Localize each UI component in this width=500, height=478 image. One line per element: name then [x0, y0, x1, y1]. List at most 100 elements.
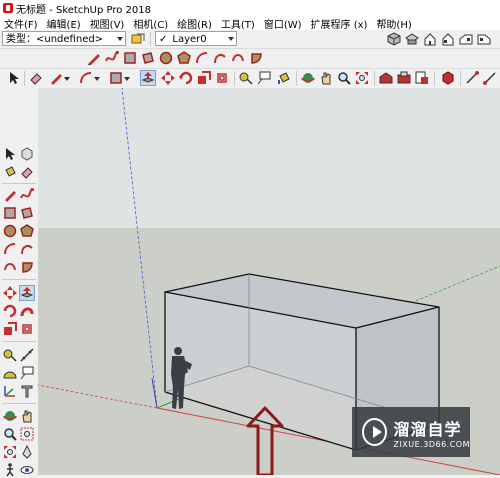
push-pull-icon[interactable] — [19, 285, 35, 301]
text-icon[interactable] — [256, 70, 272, 86]
warehouse-icon[interactable] — [378, 70, 394, 86]
menu-help[interactable]: 帮助(H) — [372, 16, 416, 31]
eraser-icon[interactable] — [28, 70, 44, 86]
pan-icon[interactable] — [19, 408, 35, 424]
2point-arc-icon[interactable] — [19, 241, 35, 257]
extension-warehouse-icon[interactable] — [396, 70, 412, 86]
arc-icon[interactable] — [2, 241, 18, 257]
offset-icon[interactable] — [214, 70, 230, 86]
axes-icon[interactable] — [2, 383, 18, 399]
scale-icon[interactable] — [2, 321, 18, 337]
zoom-extents-icon[interactable] — [354, 70, 370, 86]
left-view-icon[interactable] — [476, 31, 492, 47]
menu-window[interactable]: 窗口(W) — [260, 16, 307, 31]
3point-arc-icon[interactable] — [230, 50, 246, 66]
tag-combo[interactable]: 类型：<undefined> — [2, 31, 126, 46]
pencil-icon[interactable] — [2, 187, 18, 203]
menu-tools[interactable]: 工具(T) — [217, 16, 260, 31]
sandbox-icon[interactable] — [464, 70, 480, 86]
protractor-icon[interactable] — [2, 365, 18, 381]
separator — [460, 71, 461, 86]
freehand-icon[interactable] — [104, 50, 120, 66]
ruby-icon[interactable] — [440, 70, 456, 86]
toolbar-row-3 — [0, 69, 500, 89]
pan-icon[interactable] — [318, 70, 334, 86]
menu-camera[interactable]: 相机(C) — [129, 16, 173, 31]
tape-icon[interactable] — [238, 70, 254, 86]
menu-file[interactable]: 文件(F) — [0, 16, 43, 31]
text-icon[interactable] — [19, 365, 35, 381]
red-axis-dashed — [38, 384, 158, 409]
chevron-down-icon[interactable] — [123, 70, 131, 86]
freehand-icon[interactable] — [19, 187, 35, 203]
rotate-icon[interactable] — [178, 70, 194, 86]
polygon-icon[interactable] — [19, 223, 35, 239]
front-view-icon[interactable] — [422, 31, 438, 47]
move-icon[interactable] — [2, 285, 18, 301]
watermark: 溜溜自学 ZIXUE.3D66.COM — [352, 407, 470, 457]
look-around-icon[interactable] — [19, 462, 35, 478]
make-component-icon[interactable] — [19, 146, 35, 162]
rectangle-icon[interactable] — [108, 70, 124, 86]
dimension-icon[interactable] — [19, 347, 35, 363]
rectangle-icon[interactable] — [2, 205, 18, 221]
zoom-icon[interactable] — [336, 70, 352, 86]
offset-icon[interactable] — [19, 321, 35, 337]
circle-icon[interactable] — [158, 50, 174, 66]
polygon-icon[interactable] — [176, 50, 192, 66]
iso-view-icon[interactable] — [386, 31, 402, 47]
rectangle-icon[interactable] — [122, 50, 138, 66]
arc-icon[interactable] — [194, 50, 210, 66]
pencil-icon[interactable] — [48, 70, 64, 86]
menu-bar: 文件(F) 编辑(E) 视图(V) 相机(C) 绘图(R) 工具(T) 窗口(W… — [0, 16, 500, 31]
back-view-icon[interactable] — [458, 31, 474, 47]
rotate-icon[interactable] — [2, 303, 18, 319]
chevron-down-icon — [228, 37, 234, 41]
send-to-layout-icon[interactable] — [414, 70, 430, 86]
orbit-icon[interactable] — [300, 70, 316, 86]
chevron-down-icon[interactable] — [63, 70, 71, 86]
follow-me-icon[interactable] — [19, 303, 35, 319]
menu-view[interactable]: 视图(V) — [86, 16, 130, 31]
move-icon[interactable] — [160, 70, 176, 86]
tag-combo-value: <undefined> — [36, 34, 104, 45]
paint-icon[interactable] — [2, 164, 18, 180]
pie-icon[interactable] — [248, 50, 264, 66]
pie-icon[interactable] — [19, 259, 35, 275]
select-icon[interactable] — [6, 70, 22, 86]
separator — [2, 341, 36, 342]
separator — [374, 71, 375, 86]
tape-icon[interactable] — [2, 347, 18, 363]
rotated-rectangle-icon[interactable] — [19, 205, 35, 221]
select-icon[interactable] — [2, 146, 18, 162]
menu-edit[interactable]: 编辑(E) — [43, 16, 86, 31]
menu-draw[interactable]: 绘图(R) — [173, 16, 217, 31]
entity-info-icon[interactable] — [130, 31, 146, 47]
menu-extensions[interactable]: 扩展程序 (x) — [307, 16, 373, 31]
3d-text-icon[interactable] — [19, 383, 35, 399]
paint-icon[interactable] — [276, 70, 292, 86]
toolbar-row-1: 类型：<undefined> ✓ Layer0 — [0, 30, 500, 49]
sandbox2-icon[interactable] — [482, 70, 498, 86]
push-pull-icon[interactable] — [140, 70, 156, 86]
watermark-url: ZIXUE.3D66.COM — [393, 439, 470, 449]
eraser-icon[interactable] — [19, 164, 35, 180]
zoom-extents-icon[interactable] — [2, 444, 18, 460]
walk-icon[interactable] — [2, 462, 18, 478]
3point-arc-icon[interactable] — [2, 259, 18, 275]
position-camera-icon[interactable] — [19, 444, 35, 460]
2point-arc-icon[interactable] — [212, 50, 228, 66]
arc-icon[interactable] — [78, 70, 94, 86]
separator — [2, 279, 36, 280]
zoom-window-icon[interactable] — [19, 426, 35, 442]
scale-icon[interactable] — [196, 70, 212, 86]
rotated-rectangle-icon[interactable] — [140, 50, 156, 66]
layer-combo[interactable]: ✓ Layer0 — [155, 31, 237, 46]
chevron-down-icon[interactable] — [93, 70, 101, 86]
zoom-icon[interactable] — [2, 426, 18, 442]
circle-icon[interactable] — [2, 223, 18, 239]
orbit-icon[interactable] — [2, 408, 18, 424]
top-view-icon[interactable] — [404, 31, 420, 47]
pencil-icon[interactable] — [86, 50, 102, 66]
right-view-icon[interactable] — [440, 31, 456, 47]
